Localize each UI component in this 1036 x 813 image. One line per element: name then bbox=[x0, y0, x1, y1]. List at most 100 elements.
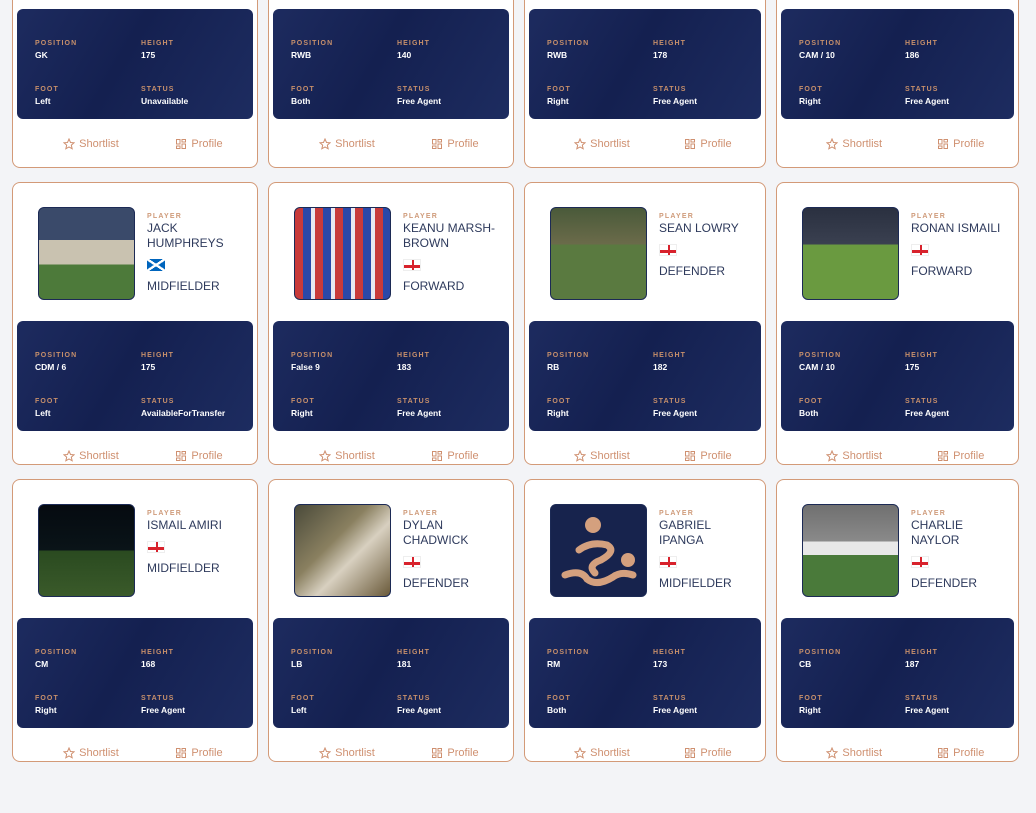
player-name[interactable]: KEANU MARSH-BROWN bbox=[403, 221, 499, 251]
height-label: HEIGHT bbox=[905, 352, 939, 359]
status-label: STATUS bbox=[141, 86, 175, 93]
profile-button[interactable]: Profile bbox=[145, 448, 253, 464]
player-photo[interactable] bbox=[802, 207, 899, 300]
status-label: STATUS bbox=[905, 398, 939, 405]
height-value: 178 bbox=[653, 50, 668, 60]
player-card: PLAYER RONAN ISMAILI FORWARD POSITION CAM… bbox=[776, 182, 1019, 465]
player-photo[interactable] bbox=[550, 207, 647, 300]
player-stats-panel: POSITION CAM / 10 HEIGHT 175 FOOT Both STAT… bbox=[781, 321, 1014, 431]
england-flag-icon bbox=[659, 556, 677, 568]
player-stats-panel: POSITION CAM / 10 HEIGHT 186 FOOT Right STA… bbox=[781, 9, 1014, 119]
foot-label: FOOT bbox=[547, 86, 571, 93]
shortlist-button[interactable]: Shortlist bbox=[549, 136, 655, 152]
profile-button[interactable]: Profile bbox=[908, 448, 1015, 464]
player-card: POSITION CAM / 10 HEIGHT 186 FOOT Right STA… bbox=[776, 0, 1019, 168]
shortlist-button[interactable]: Shortlist bbox=[293, 448, 401, 464]
profile-button[interactable]: Profile bbox=[655, 448, 761, 464]
shortlist-button[interactable]: Shortlist bbox=[801, 136, 908, 152]
shortlist-button[interactable]: Shortlist bbox=[549, 448, 655, 464]
height-value: 183 bbox=[397, 362, 412, 372]
height-label: HEIGHT bbox=[397, 352, 431, 359]
foot-value: Left bbox=[35, 96, 51, 106]
foot-value: Both bbox=[291, 96, 311, 106]
profile-label: Profile bbox=[191, 138, 223, 150]
player-name[interactable]: DYLAN CHADWICK bbox=[403, 518, 499, 548]
position-label: POSITION bbox=[291, 40, 334, 47]
shortlist-button[interactable]: Shortlist bbox=[549, 745, 655, 761]
player-stats-panel: POSITION RWB HEIGHT 140 FOOT Both STATUS Fre… bbox=[273, 9, 509, 119]
shortlist-button[interactable]: Shortlist bbox=[293, 136, 401, 152]
profile-grid-icon bbox=[175, 450, 187, 462]
scotland-flag-icon bbox=[147, 259, 165, 271]
shortlist-label: Shortlist bbox=[335, 747, 375, 759]
card-actions: Shortlist Profile bbox=[273, 745, 509, 761]
profile-button[interactable]: Profile bbox=[401, 745, 509, 761]
profile-button[interactable]: Profile bbox=[401, 136, 509, 152]
shortlist-button[interactable]: Shortlist bbox=[801, 448, 908, 464]
shortlist-button[interactable]: Shortlist bbox=[801, 745, 908, 761]
height-label: HEIGHT bbox=[653, 352, 687, 359]
status-label: STATUS bbox=[397, 398, 431, 405]
profile-button[interactable]: Profile bbox=[908, 745, 1015, 761]
player-photo[interactable] bbox=[550, 504, 647, 597]
profile-button[interactable]: Profile bbox=[908, 136, 1015, 152]
player-name[interactable]: ISMAIL AMIRI bbox=[147, 518, 243, 533]
profile-grid-icon bbox=[684, 747, 696, 759]
height-value: 186 bbox=[905, 50, 920, 60]
profile-button[interactable]: Profile bbox=[655, 136, 761, 152]
status-label: STATUS bbox=[905, 86, 939, 93]
profile-button[interactable]: Profile bbox=[145, 136, 253, 152]
profile-label: Profile bbox=[447, 138, 479, 150]
profile-label: Profile bbox=[191, 450, 223, 462]
profile-button[interactable]: Profile bbox=[655, 745, 761, 761]
height-label: HEIGHT bbox=[905, 649, 939, 656]
shortlist-label: Shortlist bbox=[79, 450, 119, 462]
profile-button[interactable]: Profile bbox=[401, 448, 509, 464]
profile-grid-icon bbox=[431, 450, 443, 462]
height-value: 175 bbox=[141, 50, 156, 60]
profile-button[interactable]: Profile bbox=[145, 745, 253, 761]
england-flag-icon bbox=[403, 556, 421, 568]
player-name[interactable]: CHARLIE NAYLOR bbox=[911, 518, 1007, 548]
england-flag-icon bbox=[911, 556, 929, 568]
player-info: PLAYER CHARLIE NAYLOR DEFENDER bbox=[911, 504, 1007, 604]
player-photo[interactable] bbox=[802, 504, 899, 597]
status-value: Free Agent bbox=[905, 96, 950, 106]
player-name[interactable]: JACK HUMPHREYS bbox=[147, 221, 243, 251]
player-info: PLAYER DYLAN CHADWICK DEFENDER bbox=[403, 504, 499, 604]
shortlist-button[interactable]: Shortlist bbox=[37, 136, 145, 152]
player-name[interactable]: SEAN LOWRY bbox=[659, 221, 755, 236]
player-stats-panel: POSITION CDM / 6 HEIGHT 175 FOOT Left STATU… bbox=[17, 321, 253, 431]
player-label: PLAYER bbox=[911, 213, 946, 220]
player-role: MIDFIELDER bbox=[659, 576, 732, 590]
player-name[interactable]: GABRIEL IPANGA bbox=[659, 518, 755, 548]
foot-value: Right bbox=[291, 408, 313, 418]
card-actions: Shortlist Profile bbox=[529, 136, 761, 152]
card-actions: Shortlist Profile bbox=[17, 136, 253, 152]
player-role: FORWARD bbox=[403, 279, 465, 293]
player-photo[interactable] bbox=[38, 504, 135, 597]
profile-label: Profile bbox=[953, 138, 985, 150]
position-label: POSITION bbox=[547, 649, 590, 656]
shortlist-button[interactable]: Shortlist bbox=[37, 745, 145, 761]
shortlist-button[interactable]: Shortlist bbox=[293, 745, 401, 761]
player-stats-panel: POSITION RB HEIGHT 182 FOOT Right STATUS Fre… bbox=[529, 321, 761, 431]
player-header: PLAYER KEANU MARSH-BROWN FORWARD bbox=[273, 207, 509, 307]
height-label: HEIGHT bbox=[397, 40, 431, 47]
player-photo[interactable] bbox=[294, 504, 391, 597]
player-name[interactable]: RONAN ISMAILI bbox=[911, 221, 1007, 236]
position-label: POSITION bbox=[799, 352, 842, 359]
england-flag-icon bbox=[911, 244, 929, 256]
shortlist-button[interactable]: Shortlist bbox=[37, 448, 145, 464]
player-photo[interactable] bbox=[38, 207, 135, 300]
foot-label: FOOT bbox=[35, 86, 59, 93]
player-label: PLAYER bbox=[659, 213, 694, 220]
shortlist-label: Shortlist bbox=[335, 450, 375, 462]
position-value: CDM / 6 bbox=[35, 362, 67, 372]
height-label: HEIGHT bbox=[141, 649, 175, 656]
player-info: PLAYER GABRIEL IPANGA MIDFIELDER bbox=[659, 504, 755, 604]
star-icon bbox=[826, 450, 839, 462]
player-stats-panel: POSITION False 9 HEIGHT 183 FOOT Right STAT… bbox=[273, 321, 509, 431]
profile-label: Profile bbox=[447, 450, 479, 462]
player-photo[interactable] bbox=[294, 207, 391, 300]
